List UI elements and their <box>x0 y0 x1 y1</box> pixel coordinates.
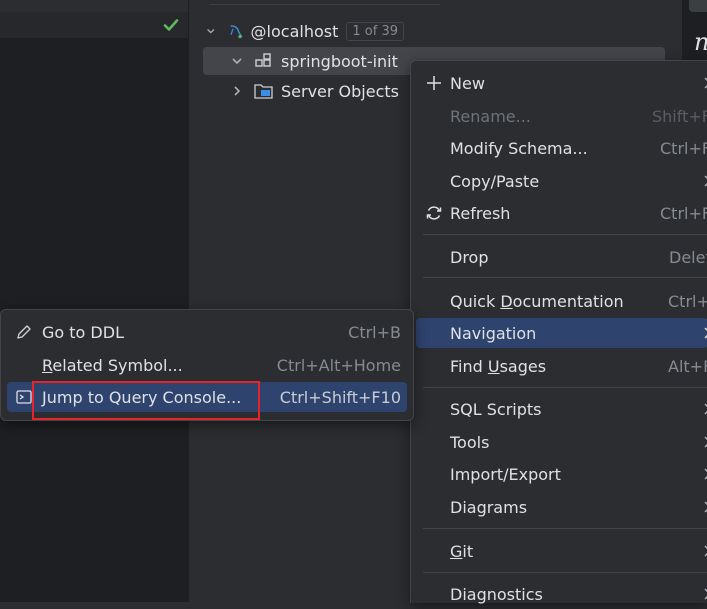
context-menu: New Rename... Shift+F Modify Schema... C… <box>410 60 707 604</box>
folder-icon <box>254 84 273 99</box>
console-icon <box>16 390 32 404</box>
submenu-item-related-symbol[interactable]: Related Symbol... Ctrl+Alt+Home <box>7 350 407 380</box>
menu-item-label: Navigation <box>450 323 537 343</box>
chevron-right-icon <box>704 77 707 89</box>
editor-area <box>0 0 188 602</box>
menu-item-label: Diagnostics <box>450 584 543 604</box>
menu-item-modify-schema[interactable]: Modify Schema... Ctrl+F <box>416 133 707 163</box>
label-suffix: sages <box>499 356 547 376</box>
submenu-item-label: Jump to Query Console... <box>42 387 242 407</box>
menu-separator <box>423 572 707 573</box>
menu-item-copy-paste[interactable]: Copy/Paste <box>416 166 707 196</box>
label-suffix: elated Symbol... <box>52 355 183 375</box>
chevron-right-icon <box>704 403 707 415</box>
menu-item-import-export[interactable]: Import/Export <box>416 459 707 489</box>
menu-item-label: Rename... <box>450 106 531 126</box>
menu-item-shortcut: Ctrl+F <box>660 203 707 223</box>
submenu-item-label: Go to DDL <box>42 322 124 342</box>
label-prefix: Find <box>450 356 488 376</box>
submenu-item-shortcut: Ctrl+B <box>348 322 401 342</box>
menu-item-label: Copy/Paste <box>450 171 540 191</box>
navigation-submenu: Go to DDL Ctrl+B Related Symbol... Ctrl+… <box>0 309 414 421</box>
menu-item-label: Tools <box>450 432 490 452</box>
chevron-right-icon <box>704 501 707 513</box>
menu-item-rename: Rename... Shift+F <box>416 101 707 131</box>
submenu-item-jump-to-query-console[interactable]: Jump to Query Console... Ctrl+Shift+F10 <box>7 382 407 412</box>
submenu-item-go-to-ddl[interactable]: Go to DDL Ctrl+B <box>7 317 407 347</box>
menu-item-label: Drop <box>450 247 489 267</box>
schema-icon <box>255 53 271 67</box>
mnemonic: D <box>500 291 513 311</box>
submenu-item-shortcut: Ctrl+Shift+F10 <box>279 387 401 407</box>
label-suffix: it <box>462 541 474 561</box>
tool-window-tab[interactable] <box>689 0 707 12</box>
menu-item-label: SQL Scripts <box>450 399 542 419</box>
menu-item-label: New <box>450 73 485 93</box>
mnemonic: U <box>487 356 500 376</box>
menu-item-tools[interactable]: Tools <box>416 427 707 457</box>
menu-item-shortcut: Alt+F <box>668 356 707 376</box>
chevron-right-icon <box>704 468 707 480</box>
menu-item-label: Quick Documentation <box>450 292 624 311</box>
menu-item-sql-scripts[interactable]: SQL Scripts <box>416 394 707 424</box>
toolbar-edge <box>210 0 440 5</box>
menu-item-label: Find Usages <box>450 357 546 376</box>
menu-item-shortcut: Delet <box>669 247 707 267</box>
chevron-right-icon <box>704 545 707 557</box>
menu-item-label: Diagrams <box>450 497 528 517</box>
menu-separator <box>423 387 707 388</box>
menu-item-label: Modify Schema... <box>450 138 588 158</box>
menu-separator <box>423 234 707 235</box>
chevron-right-icon <box>704 175 707 187</box>
tree-node-localhost[interactable]: @localhost 1 of 39 <box>204 17 404 45</box>
submenu-item-shortcut: Ctrl+Alt+Home <box>276 355 401 375</box>
editor-tab-strip <box>0 0 188 12</box>
check-icon[interactable] <box>160 14 182 36</box>
menu-item-navigation[interactable]: Navigation <box>416 318 707 348</box>
menu-item-diagrams[interactable]: Diagrams <box>416 492 707 522</box>
chevron-right-icon <box>704 327 707 339</box>
chevron-right-icon[interactable] <box>231 85 243 97</box>
tree-node-label: Server Objects <box>281 81 399 101</box>
submenu-item-label: Related Symbol... <box>42 356 183 375</box>
menu-item-quick-documentation[interactable]: Quick Documentation Ctrl+ <box>416 286 707 316</box>
menu-item-drop[interactable]: Drop Delet <box>416 242 707 272</box>
filter-count-badge: 1 of 39 <box>346 21 404 41</box>
tool-window-letter: n <box>694 28 707 56</box>
chevron-right-icon <box>704 436 707 448</box>
mysql-dolphin-icon <box>230 25 242 39</box>
label-suffix: ocumentation <box>512 291 624 311</box>
tree-node-server-objects[interactable]: Server Objects <box>203 77 408 105</box>
label-prefix: Quick <box>450 291 501 311</box>
mnemonic: G <box>450 541 463 561</box>
menu-item-new[interactable]: New <box>416 68 707 98</box>
menu-item-label: Git <box>450 542 473 561</box>
pencil-icon <box>17 325 31 339</box>
panel-divider[interactable] <box>188 0 189 602</box>
menu-separator <box>423 277 707 278</box>
tree-node-label: @localhost <box>250 21 339 41</box>
menu-item-label: Import/Export <box>450 464 561 484</box>
mnemonic: R <box>42 355 53 375</box>
menu-item-label: Refresh <box>450 203 511 223</box>
tree-node-label: springboot-init <box>281 51 398 71</box>
menu-item-shortcut: Shift+F <box>652 106 707 126</box>
chevron-down-icon[interactable] <box>231 55 243 67</box>
chevron-right-icon <box>704 588 707 600</box>
plus-icon <box>427 76 441 90</box>
menu-item-shortcut: Ctrl+F <box>660 138 707 158</box>
menu-item-git[interactable]: Git <box>416 536 707 566</box>
menu-item-shortcut: Ctrl+ <box>668 291 707 311</box>
chevron-down-icon[interactable] <box>206 25 216 37</box>
menu-separator <box>423 528 707 529</box>
menu-item-diagnostics[interactable]: Diagnostics <box>416 579 707 609</box>
menu-item-find-usages[interactable]: Find Usages Alt+F <box>416 351 707 381</box>
refresh-icon <box>426 206 442 220</box>
menu-item-refresh[interactable]: Refresh Ctrl+F <box>416 198 707 228</box>
